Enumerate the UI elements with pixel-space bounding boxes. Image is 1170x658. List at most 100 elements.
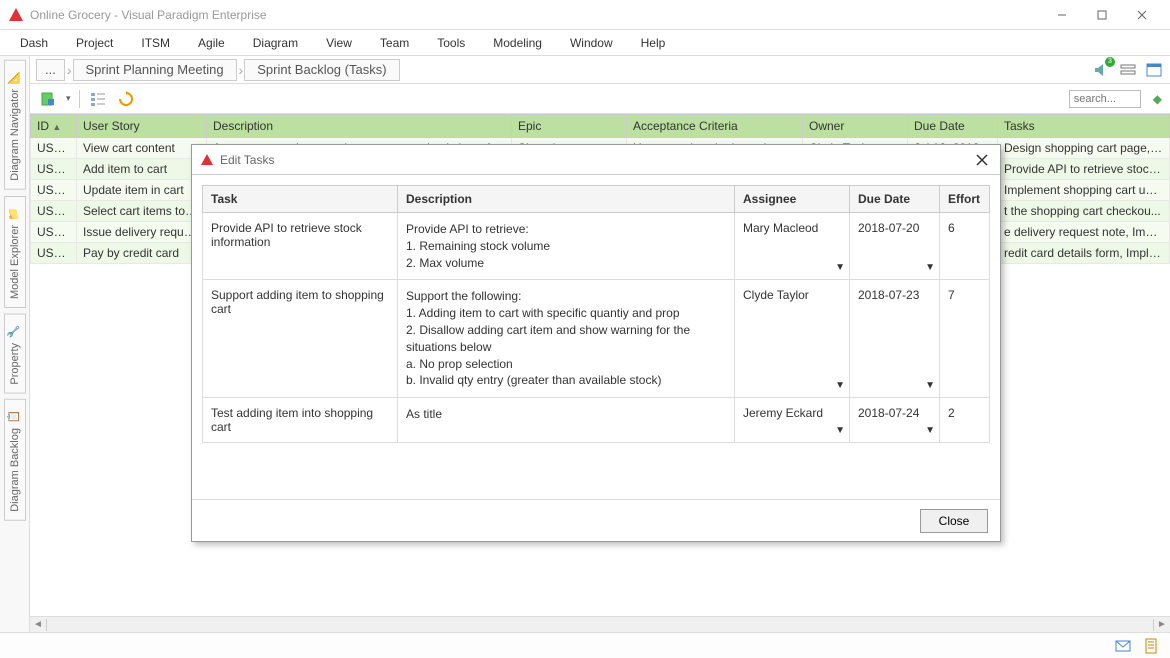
- dialog-close-footer-button[interactable]: Close: [920, 509, 988, 533]
- menu-tools[interactable]: Tools: [423, 32, 479, 54]
- table-cell[interactable]: US028: [31, 201, 77, 222]
- assignee-cell[interactable]: Clyde Taylor▼: [735, 280, 850, 398]
- menu-modeling[interactable]: Modeling: [479, 32, 556, 54]
- table-cell[interactable]: US029: [31, 222, 77, 243]
- status-bar: [0, 632, 1170, 658]
- table-cell[interactable]: Issue delivery reques...: [77, 222, 207, 243]
- table-cell[interactable]: US025: [31, 138, 77, 159]
- table-cell[interactable]: US026: [31, 159, 77, 180]
- col-user-story[interactable]: User Story: [77, 115, 207, 138]
- tasks-table: Task Description Assignee Due Date Effor…: [202, 185, 990, 443]
- table-cell[interactable]: US032: [31, 243, 77, 264]
- task-description-cell[interactable]: As title: [398, 398, 735, 443]
- sidetab-model-explorer[interactable]: Model Explorer 📁: [4, 196, 26, 308]
- window-minimize-button[interactable]: [1042, 0, 1082, 30]
- window-close-button[interactable]: [1122, 0, 1162, 30]
- sidetab-diagram-backlog[interactable]: Diagram Backlog 📋: [4, 399, 26, 521]
- menu-help[interactable]: Help: [627, 32, 680, 54]
- sidetab-diagram-navigator[interactable]: Diagram Navigator 📐: [4, 60, 26, 190]
- dropdown-arrow-icon[interactable]: ▼: [835, 425, 845, 436]
- effort-cell[interactable]: 6: [940, 213, 990, 280]
- assignee-cell[interactable]: Jeremy Eckard▼: [735, 398, 850, 443]
- menu-itsm[interactable]: ITSM: [127, 32, 184, 54]
- due-date-cell[interactable]: 2018-07-24▼: [850, 398, 940, 443]
- task-description-cell[interactable]: Provide API to retrieve:1. Remaining sto…: [398, 213, 735, 280]
- dropdown-arrow-icon[interactable]: ▼: [925, 425, 935, 436]
- dlg-col-due-date[interactable]: Due Date: [850, 186, 940, 213]
- dropdown-arrow-icon[interactable]: ▼: [925, 380, 935, 391]
- col-owner[interactable]: Owner: [803, 115, 908, 138]
- dropdown-arrow-icon[interactable]: ▾: [66, 93, 71, 104]
- table-cell[interactable]: Pay by credit card: [77, 243, 207, 264]
- menu-agile[interactable]: Agile: [184, 32, 239, 54]
- col-tasks[interactable]: Tasks: [998, 115, 1170, 138]
- search-input[interactable]: [1069, 90, 1141, 108]
- menu-dash[interactable]: Dash: [6, 32, 62, 54]
- document-icon[interactable]: [1142, 637, 1160, 655]
- dlg-col-assignee[interactable]: Assignee: [735, 186, 850, 213]
- task-row[interactable]: Provide API to retrieve stock informatio…: [203, 213, 990, 280]
- menu-window[interactable]: Window: [556, 32, 627, 54]
- menu-diagram[interactable]: Diagram: [239, 32, 312, 54]
- task-description-cell[interactable]: Support the following:1. Adding item to …: [398, 280, 735, 398]
- table-cell[interactable]: View cart content: [77, 138, 207, 159]
- window-titlebar: Online Grocery - Visual Paradigm Enterpr…: [0, 0, 1170, 30]
- refresh-icon[interactable]: [116, 89, 136, 109]
- task-row[interactable]: Test adding item into shopping cartAs ti…: [203, 398, 990, 443]
- task-name-cell[interactable]: Support adding item to shopping cart: [203, 280, 398, 398]
- table-cell[interactable]: Provide API to retrieve stock informati.…: [998, 159, 1170, 180]
- scroll-left-icon[interactable]: ◄: [30, 619, 46, 630]
- mail-icon[interactable]: [1114, 637, 1132, 655]
- menu-team[interactable]: Team: [366, 32, 423, 54]
- table-cell[interactable]: US027: [31, 180, 77, 201]
- due-date-cell[interactable]: 2018-07-23▼: [850, 280, 940, 398]
- panel-icon[interactable]: [1144, 60, 1164, 80]
- table-cell[interactable]: Add item to cart: [77, 159, 207, 180]
- search-go-icon[interactable]: ◆: [1153, 92, 1162, 106]
- table-cell[interactable]: redit card details form, Imple...: [998, 243, 1170, 264]
- effort-cell[interactable]: 7: [940, 280, 990, 398]
- window-maximize-button[interactable]: [1082, 0, 1122, 30]
- effort-cell[interactable]: 2: [940, 398, 990, 443]
- new-item-icon[interactable]: [38, 89, 58, 109]
- table-cell[interactable]: Update item in cart: [77, 180, 207, 201]
- task-name-cell[interactable]: Test adding item into shopping cart: [203, 398, 398, 443]
- sidetab-property[interactable]: Property 🔧: [4, 314, 26, 394]
- menu-project[interactable]: Project: [62, 32, 127, 54]
- breadcrumb-sprint-planning[interactable]: Sprint Planning Meeting: [73, 59, 237, 81]
- menubar: Dash Project ITSM Agile Diagram View Tea…: [0, 30, 1170, 56]
- dropdown-arrow-icon[interactable]: ▼: [835, 380, 845, 391]
- diagram-navigator-icon: 📐: [7, 69, 23, 85]
- table-cell[interactable]: Design shopping cart page, Implemen...: [998, 138, 1170, 159]
- table-cell[interactable]: Implement shopping cart update logic...: [998, 180, 1170, 201]
- col-description[interactable]: Description: [207, 115, 512, 138]
- table-cell[interactable]: t the shopping cart checkou...: [998, 201, 1170, 222]
- sort-asc-icon: ▲: [52, 122, 61, 132]
- col-id[interactable]: ID ▲: [31, 115, 77, 138]
- due-date-cell[interactable]: 2018-07-20▼: [850, 213, 940, 280]
- table-cell[interactable]: e delivery request note, Imple...: [998, 222, 1170, 243]
- col-acceptance[interactable]: Acceptance Criteria: [627, 115, 803, 138]
- breadcrumb-ellipsis[interactable]: ...: [36, 59, 65, 81]
- dropdown-arrow-icon[interactable]: ▼: [925, 262, 935, 273]
- col-due-date[interactable]: Due Date: [908, 115, 998, 138]
- col-epic[interactable]: Epic: [512, 115, 627, 138]
- edit-tasks-dialog: Edit Tasks Task Description Assignee Due…: [191, 144, 1001, 542]
- horizontal-scrollbar[interactable]: ◄ ►: [30, 616, 1170, 632]
- announce-icon[interactable]: 3: [1092, 60, 1112, 80]
- dlg-col-effort[interactable]: Effort: [940, 186, 990, 213]
- dialog-close-button[interactable]: [972, 150, 992, 170]
- table-cell[interactable]: Select cart items to ch...: [77, 201, 207, 222]
- list-view-icon[interactable]: [88, 89, 108, 109]
- menu-view[interactable]: View: [312, 32, 366, 54]
- switch-view-icon[interactable]: [1118, 60, 1138, 80]
- dlg-col-task[interactable]: Task: [203, 186, 398, 213]
- dropdown-arrow-icon[interactable]: ▼: [835, 262, 845, 273]
- task-name-cell[interactable]: Provide API to retrieve stock informatio…: [203, 213, 398, 280]
- breadcrumb-sprint-backlog[interactable]: Sprint Backlog (Tasks): [244, 59, 399, 81]
- app-logo-icon: [8, 7, 24, 23]
- task-row[interactable]: Support adding item to shopping cartSupp…: [203, 280, 990, 398]
- scroll-right-icon[interactable]: ►: [1154, 619, 1170, 630]
- assignee-cell[interactable]: Mary Macleod▼: [735, 213, 850, 280]
- dlg-col-description[interactable]: Description: [398, 186, 735, 213]
